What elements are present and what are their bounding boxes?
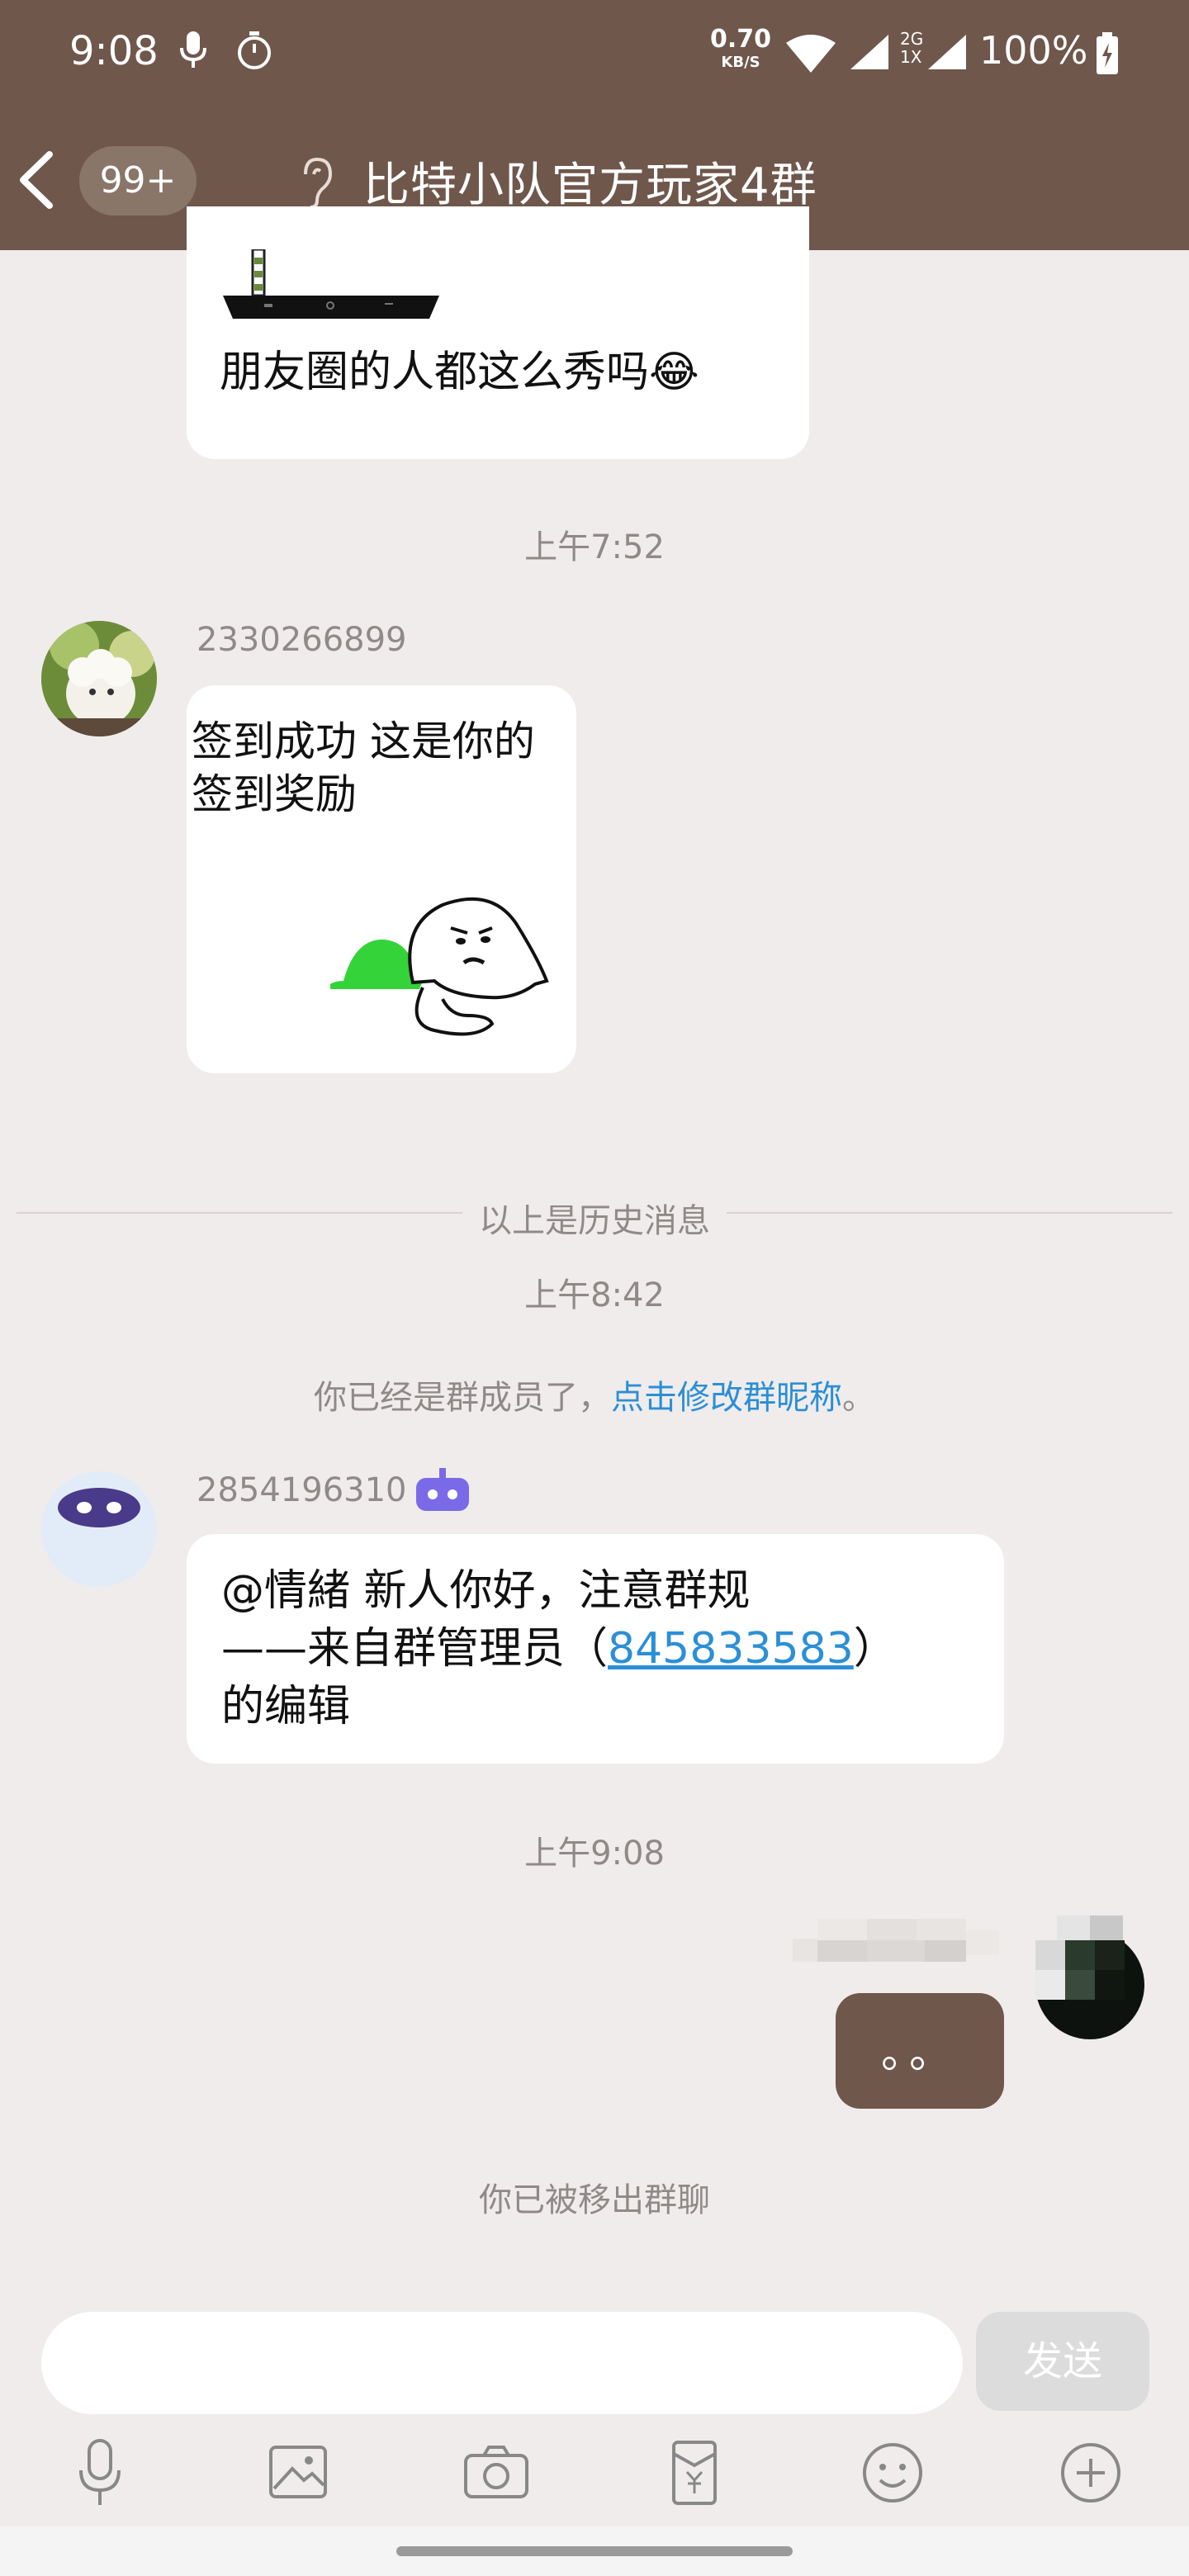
history-divider-text: 以上是历史消息	[479, 1202, 710, 1240]
battery-percent: 100%	[979, 28, 1088, 73]
my-message-bubble[interactable]: 。。	[836, 1993, 1004, 2109]
status-time: 9:08	[69, 28, 159, 74]
status-bar: 9:08 0.70 KB/S 2G 1X 100%	[0, 0, 1189, 111]
unread-badge[interactable]: 99+	[79, 146, 197, 215]
wifi-icon	[784, 33, 837, 78]
history-divider-label: 以上是历史消息	[0, 1194, 1189, 1242]
message-line-3: 的编辑	[221, 1682, 351, 1731]
system-message-member: 你已经是群成员了，点击修改群昵称。	[0, 1371, 1189, 1418]
plus-icon[interactable]	[1054, 2436, 1128, 2510]
message-bubble-image-text[interactable]: 朋友圈的人都这么秀吗😂	[187, 206, 809, 459]
system-message-text: 你已经是群成员了，	[314, 1379, 611, 1417]
microphone-status-icon	[177, 30, 210, 74]
message-line-1: @情緒 新人你好，注意群规	[221, 1566, 751, 1616]
my-message-text: 。。	[880, 2029, 959, 2078]
chat-title: 比特小队官方玩家4群	[363, 159, 817, 212]
sim-label-2: 1X	[900, 47, 922, 67]
sticker-caption: 签到成功 这是你的 签到奖励	[192, 717, 535, 818]
signal-icon	[849, 33, 890, 74]
timestamp: 上午8:42	[524, 1276, 665, 1314]
microphone-icon[interactable]	[63, 2436, 137, 2510]
sender-name: 2854196310	[197, 1471, 407, 1509]
net-rate-value: 0.70	[710, 25, 772, 54]
my-name-pixelated	[793, 1914, 999, 1973]
avatar[interactable]	[41, 621, 157, 736]
network-rate: 0.70 KB/S	[710, 25, 772, 74]
bot-avatar[interactable]	[41, 1471, 157, 1587]
message-text: 朋友圈的人都这么秀吗😂	[220, 348, 699, 397]
battery-icon	[1095, 31, 1120, 79]
message-line-2-suffix: ）	[853, 1624, 897, 1674]
timestamp: 上午9:08	[524, 1835, 665, 1873]
input-bar: 发送	[0, 2287, 1189, 2427]
message-input[interactable]	[41, 2312, 963, 2414]
camera-icon[interactable]	[459, 2436, 533, 2510]
emoji-icon[interactable]	[855, 2436, 930, 2510]
shared-screenshot-image[interactable]	[223, 248, 439, 319]
net-rate-unit: KB/S	[721, 54, 760, 71]
input-toolbar	[0, 2427, 1189, 2526]
timer-status-icon	[234, 30, 274, 74]
sender-name: 2330266899	[197, 621, 407, 659]
system-message-removed: 你已被移出群聊	[479, 2181, 710, 2219]
sim-2g-label: 2G 1X	[900, 30, 923, 66]
earpiece-mode-icon[interactable]	[297, 154, 335, 212]
divider-line-right	[727, 1212, 1172, 1214]
image-icon[interactable]	[261, 2436, 335, 2510]
back-button[interactable]	[12, 143, 61, 217]
signal-2-icon	[926, 33, 968, 74]
timestamp: 上午7:52	[524, 528, 665, 566]
edit-nickname-link[interactable]: 点击修改群昵称	[611, 1379, 842, 1417]
my-avatar-pixelated[interactable]	[1032, 1915, 1148, 2039]
sticker-message[interactable]: 签到成功 这是你的 签到奖励	[187, 685, 576, 1073]
admin-qq-link[interactable]: 845833583	[608, 1624, 854, 1674]
robot-icon	[411, 1466, 474, 1513]
send-button[interactable]: 发送	[976, 2312, 1149, 2411]
sticker-image	[327, 892, 575, 1065]
message-line-2: ——来自群管理员（845833583）	[221, 1620, 897, 1678]
red-packet-icon[interactable]	[657, 2436, 732, 2510]
home-indicator-bar	[0, 2526, 1189, 2576]
bot-message-bubble[interactable]: @情緒 新人你好，注意群规 ——来自群管理员（845833583） 的编辑	[187, 1534, 1004, 1764]
sim-label: 2G	[900, 29, 924, 49]
message-line-2-prefix: ——来自群管理员（	[221, 1624, 609, 1674]
system-message-suffix: 。	[842, 1379, 875, 1417]
home-indicator[interactable]	[396, 2546, 793, 2556]
